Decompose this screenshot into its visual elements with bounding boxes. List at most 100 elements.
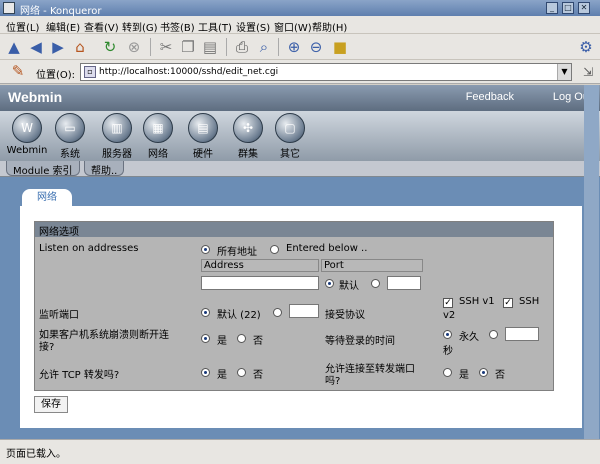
webmin-viewport: Webmin Feedback Log Out W Webmin ▭ 系统 ▥ 服务器… xyxy=(0,85,600,439)
module-index-tab[interactable]: Module 索引 xyxy=(6,161,80,177)
listen-port-default-radio[interactable] xyxy=(201,308,210,317)
menu-edit[interactable]: 编辑(E) xyxy=(46,19,80,34)
disconnect-label: 如果客户机系统崩溃则断开连 xyxy=(39,330,169,341)
zoom-out-icon[interactable]: ⊖ xyxy=(306,37,326,57)
listen-entered-radio[interactable] xyxy=(270,245,279,254)
stop-icon[interactable]: ⊗ xyxy=(124,37,144,57)
system-category-icon: ▭ xyxy=(55,113,85,143)
cut-icon[interactable]: ✂ xyxy=(156,37,176,57)
disconnect-no-radio[interactable] xyxy=(237,334,246,343)
listen-label: Listen on addresses xyxy=(39,243,139,254)
port-input[interactable] xyxy=(387,276,421,290)
feedback-link[interactable]: Feedback xyxy=(466,91,514,103)
print-icon[interactable]: ⎙ xyxy=(232,37,252,57)
port-default-label: 默认 xyxy=(339,281,359,292)
toolbar-separator xyxy=(278,38,279,56)
port-forward-no-radio[interactable] xyxy=(479,368,488,377)
listen-all-label: 所有地址 xyxy=(217,247,257,258)
port-forward-label-cont: 吗? xyxy=(325,376,341,387)
toolbar-separator xyxy=(226,38,227,56)
webmin-banner: Webmin Feedback Log Out xyxy=(0,85,600,111)
login-wait-custom-radio[interactable] xyxy=(489,330,498,339)
konqueror-icon xyxy=(3,2,15,14)
copy-icon[interactable]: ❐ xyxy=(178,37,198,57)
others-category-icon: ▢ xyxy=(275,113,305,143)
servers-category-icon: ▥ xyxy=(102,113,132,143)
menu-tools[interactable]: 工具(T) xyxy=(198,19,232,34)
login-wait-seconds-label: 秒 xyxy=(443,346,453,357)
disconnect-no-label: 否 xyxy=(253,336,263,347)
page-icon: ▫ xyxy=(84,66,96,78)
login-wait-forever-radio[interactable] xyxy=(443,330,452,339)
listen-port-label: 监听端口 xyxy=(39,310,79,321)
paste-icon[interactable]: ▤ xyxy=(200,37,220,57)
status-text: 页面已载入。 xyxy=(6,449,66,460)
category-others[interactable]: ▢ 其它 xyxy=(265,113,315,160)
toolbar-separator xyxy=(150,38,151,56)
title-bar: 网络 - Konqueror _ □ ✕ xyxy=(0,0,600,17)
location-label: 位置(O): xyxy=(36,70,76,81)
go-icon[interactable]: ⇲ xyxy=(578,62,598,82)
menu-bookmarks[interactable]: 书签(B) xyxy=(160,19,195,34)
address-input[interactable] xyxy=(201,276,319,290)
reload-icon[interactable]: ↻ xyxy=(100,37,120,57)
window-title: 网络 - Konqueror xyxy=(20,6,102,17)
search-icon[interactable]: ⌕ xyxy=(254,37,274,57)
module-tabs: Module 索引 帮助.. xyxy=(0,161,600,177)
network-options-panel: 网络选项 Listen on addresses 所有地址 Entered be… xyxy=(34,221,554,391)
tcp-forward-yes-radio[interactable] xyxy=(201,368,210,377)
menu-window[interactable]: 窗口(W) xyxy=(274,19,312,34)
port-default-radio[interactable] xyxy=(325,279,334,288)
cluster-category-icon: ✣ xyxy=(233,113,263,143)
menu-location[interactable]: 位置(L) xyxy=(6,19,39,34)
disconnect-yes-radio[interactable] xyxy=(201,334,210,343)
menu-go[interactable]: 转到(G) xyxy=(122,19,158,34)
menu-view[interactable]: 查看(V) xyxy=(84,19,119,34)
tcp-forward-label: 允许 TCP 转发吗? xyxy=(39,370,120,381)
url-text[interactable]: http://localhost:10000/sshd/edit_net.cgi xyxy=(99,67,278,77)
menu-help[interactable]: 帮助(H) xyxy=(312,19,347,34)
toolbar: ▲ ◀ ▶ ⌂ ↻ ⊗ ✂ ❐ ▤ ⎙ ⌕ ⊕ ⊖ ■ ⚙ xyxy=(0,34,600,60)
vertical-scrollbar[interactable] xyxy=(584,85,599,439)
home-icon[interactable]: ⌂ xyxy=(70,37,90,57)
ssh-v1-checkbox[interactable]: ✓ xyxy=(443,298,453,308)
clear-location-icon[interactable]: ✎ xyxy=(8,61,28,81)
menu-bar: 位置(L) 编辑(E) 查看(V) 转到(G) 书签(B) 工具(T) 设置(S… xyxy=(0,16,600,34)
login-wait-input[interactable] xyxy=(505,327,539,341)
forward-icon[interactable]: ▶ xyxy=(48,37,68,57)
status-bar: 页面已载入。 xyxy=(0,439,600,464)
page-content: 网络选项 Listen on addresses 所有地址 Entered be… xyxy=(20,206,582,428)
menu-settings[interactable]: 设置(S) xyxy=(236,19,270,34)
url-input[interactable]: ▫ http://localhost:10000/sshd/edit_net.c… xyxy=(80,63,572,81)
zoom-in-icon[interactable]: ⊕ xyxy=(284,37,304,57)
port-forward-yes-radio[interactable] xyxy=(443,368,452,377)
login-wait-label: 等待登录的时间 xyxy=(325,336,395,347)
panel-header: 网络选项 xyxy=(35,222,553,238)
disconnect-yes-label: 是 xyxy=(217,336,227,347)
save-button[interactable]: 保存 xyxy=(34,396,68,413)
chevron-down-icon[interactable]: ▼ xyxy=(557,64,571,80)
port-custom-radio[interactable] xyxy=(371,279,380,288)
webmin-logo: Webmin xyxy=(8,89,63,105)
listen-all-radio[interactable] xyxy=(201,245,210,254)
category-hardware[interactable]: ▤ 硬件 xyxy=(178,113,228,160)
listen-port-input[interactable] xyxy=(289,304,319,318)
listen-entered-label: Entered below .. xyxy=(286,243,368,254)
close-icon[interactable]: ✕ xyxy=(578,2,590,14)
maximize-icon[interactable]: □ xyxy=(562,2,574,14)
category-bar: W Webmin ▭ 系统 ▥ 服务器 ▦ 网络 ▤ 硬件 ✣ 群集 ▢ 其它 xyxy=(0,111,600,161)
listen-port-custom-radio[interactable] xyxy=(273,308,282,317)
tcp-forward-yes-label: 是 xyxy=(217,370,227,381)
ssh-v2-checkbox[interactable]: ✓ xyxy=(503,298,513,308)
page-tab: 网络 xyxy=(22,189,72,207)
category-network[interactable]: ▦ 网络 xyxy=(133,113,183,160)
ssh-v2-label: SSH xyxy=(519,296,540,307)
minimize-icon[interactable]: _ xyxy=(546,2,558,14)
back-icon[interactable]: ◀ xyxy=(26,37,46,57)
tcp-forward-no-radio[interactable] xyxy=(237,368,246,377)
up-icon[interactable]: ▲ xyxy=(4,37,24,57)
security-lock-icon[interactable]: ■ xyxy=(330,37,350,57)
category-system[interactable]: ▭ 系统 xyxy=(45,113,95,160)
tcp-forward-no-label: 否 xyxy=(253,370,263,381)
help-tab[interactable]: 帮助.. xyxy=(84,161,125,177)
